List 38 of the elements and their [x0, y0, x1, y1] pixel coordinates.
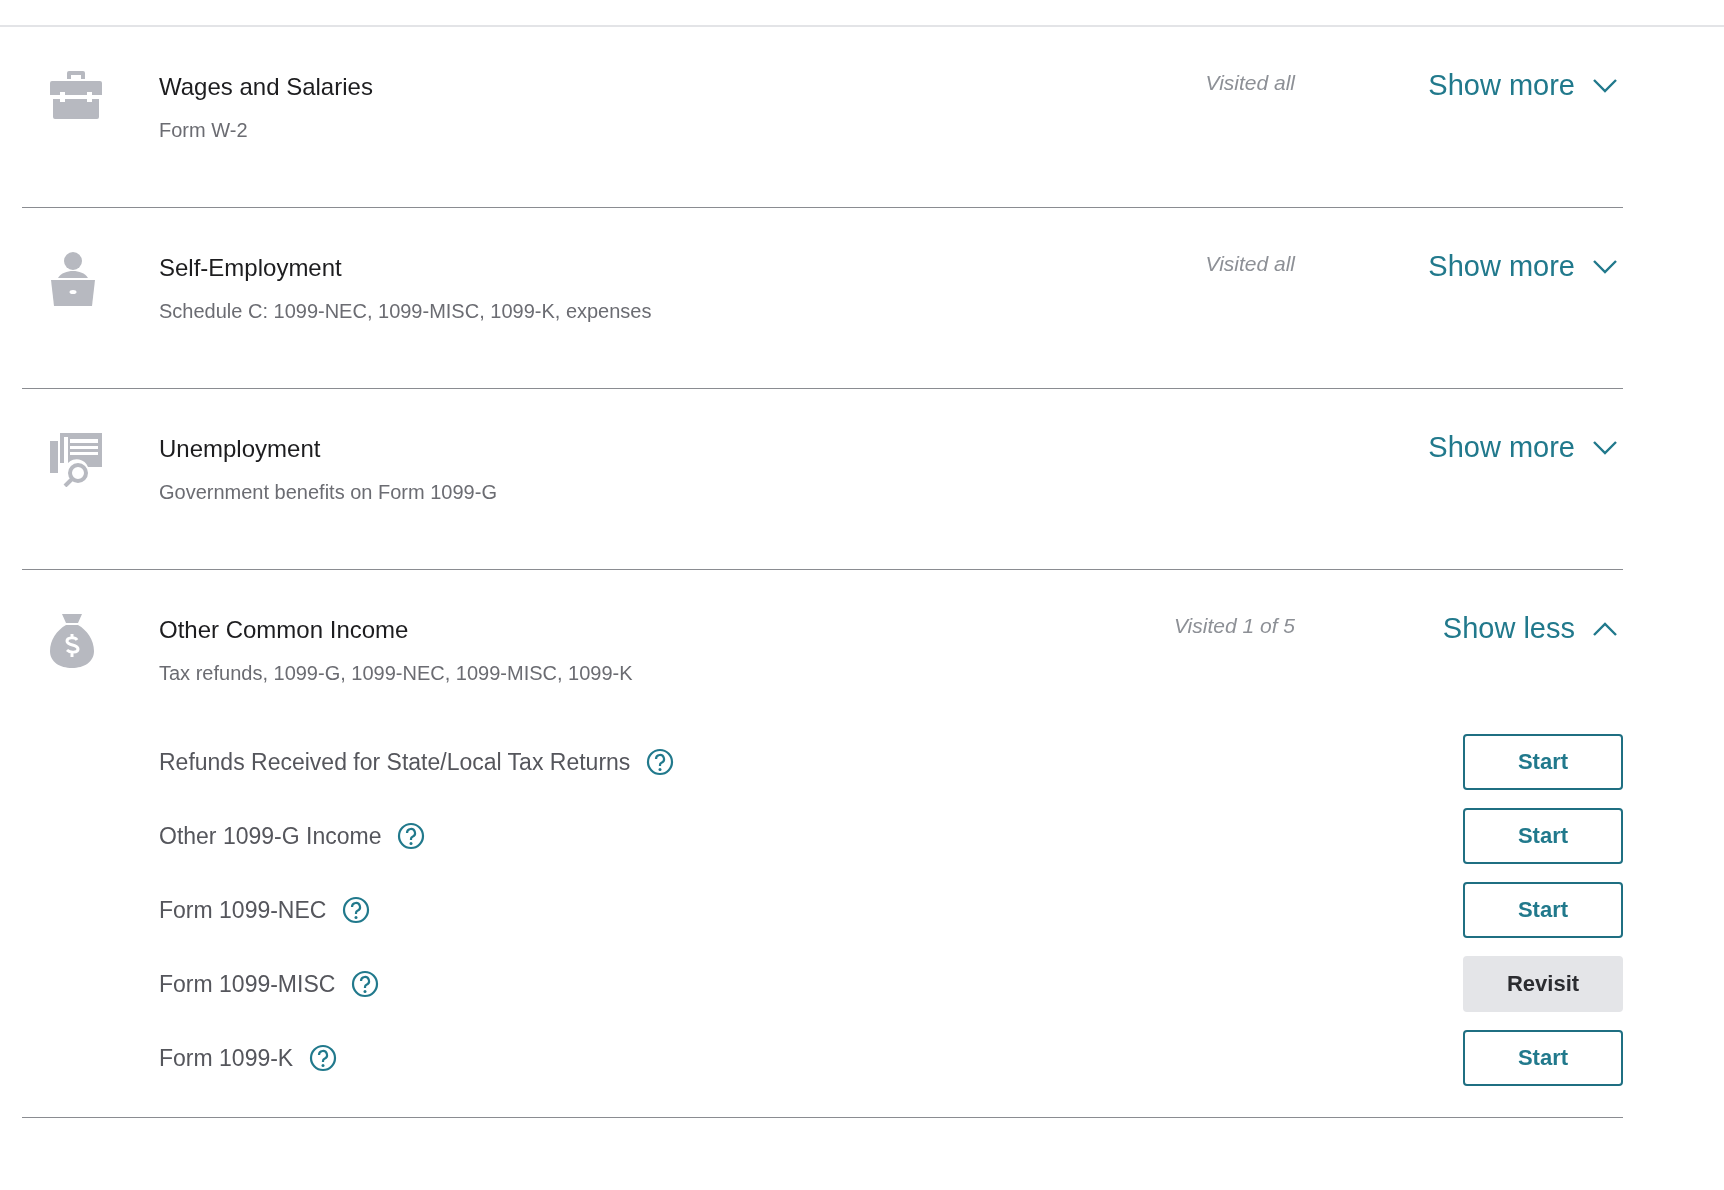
section-title: Wages and Salaries [159, 73, 374, 101]
start-button[interactable]: Start [1463, 808, 1623, 864]
income-item-label: Other 1099-G Income [159, 822, 382, 850]
help-icon[interactable] [646, 748, 675, 776]
revisit-button[interactable]: Revisit [1463, 956, 1623, 1012]
help-icon[interactable] [309, 1044, 338, 1072]
section-title: Unemployment [159, 435, 322, 463]
income-item-label: Form 1099-NEC [159, 896, 327, 924]
help-icon[interactable] [342, 896, 371, 924]
show-toggle-link[interactable]: Show more [1428, 69, 1617, 102]
section-subtitle: Schedule C: 1099-NEC, 1099-MISC, 1099-K, expenses [159, 300, 653, 323]
chevron-icon [1593, 78, 1617, 93]
income-item-label: Form 1099-K [159, 1044, 294, 1072]
section-title: Self-Employment [159, 254, 343, 282]
visited-status: Visited all [1205, 71, 1295, 94]
income-item-label: Refunds Received for State/Local Tax Returns [159, 748, 631, 776]
show-toggle-link[interactable]: Show less [1442, 612, 1617, 645]
show-toggle-link[interactable]: Show more [1428, 431, 1617, 464]
section-title: Other Common Income [159, 616, 410, 644]
visited-status: Visited all [1205, 252, 1295, 275]
money-bag-icon [50, 614, 94, 668]
chevron-icon [1593, 440, 1617, 455]
chevron-icon [1593, 621, 1617, 636]
help-icon[interactable] [351, 970, 380, 998]
start-button[interactable]: Start [1463, 1030, 1623, 1086]
document-search-icon [50, 433, 104, 487]
section-subtitle: Form W-2 [159, 119, 249, 142]
income-item-label: Form 1099-MISC [159, 970, 336, 998]
help-icon[interactable] [397, 822, 426, 850]
briefcase-icon [50, 71, 102, 119]
chevron-icon [1593, 259, 1617, 274]
start-button[interactable]: Start [1463, 734, 1623, 790]
start-button[interactable]: Start [1463, 882, 1623, 938]
visited-status: Visited 1 of 5 [1173, 614, 1295, 637]
section-subtitle: Government benefits on Form 1099-G [159, 481, 498, 504]
person-laptop-icon [50, 252, 96, 306]
show-toggle-link[interactable]: Show more [1428, 250, 1617, 283]
section-subtitle: Tax refunds, 1099-G, 1099-NEC, 1099-MISC, 1099-K [159, 662, 634, 685]
